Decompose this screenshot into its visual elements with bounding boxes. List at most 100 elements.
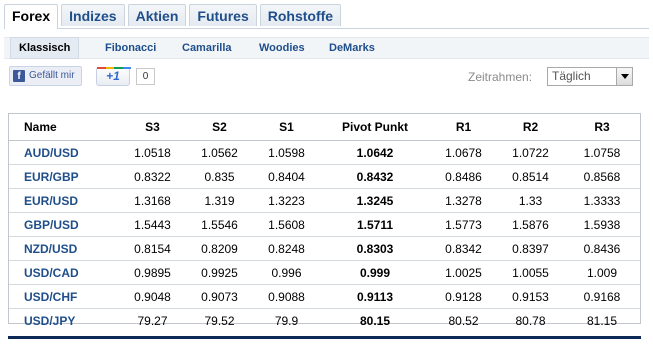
r3-value: 1.009 [564,260,640,285]
s3-value: 1.3168 [119,188,186,213]
pair-link[interactable]: USD/CHF [9,284,119,309]
s1-value: 1.5608 [253,212,320,237]
table-row: NZD/USD 0.8154 0.8209 0.8248 0.8303 0.8342 0.8… [9,236,640,261]
timeframe-selected-value: Täglich [552,69,591,83]
tab-forex[interactable]: Forex [4,4,59,29]
r3-value: 1.3333 [564,188,640,213]
market-tabs: Forex Indizes Aktien Futures Rohstoffe [4,4,344,29]
r3-value: 0.9168 [564,284,640,309]
r3-value: 1.5938 [564,212,640,237]
gplus-strip-green [114,67,123,69]
s3-value: 1.5443 [119,212,186,237]
pair-link[interactable]: AUD/USD [9,140,119,165]
s3-value: 79.27 [137,313,168,328]
r2-value: 1.0722 [497,140,564,165]
google-plus-color-strip [97,67,131,69]
r1-value: 0.8486 [430,164,497,189]
column-header-r2: R2 [497,114,564,141]
s1-value: 0.9088 [253,284,320,309]
s1-value: 1.0598 [253,140,320,165]
pivot-value: 1.5711 [320,212,430,237]
r3-value: 1.0758 [564,140,640,165]
pair-link[interactable]: GBP/USD [9,212,119,237]
subtab-camarilla[interactable]: Camarilla [182,38,232,58]
chevron-down-icon[interactable] [616,68,632,85]
r2-value: 1.33 [497,188,564,213]
tabs-divider [4,28,649,29]
timeframe-label: Zeitrahmen: [468,70,533,84]
column-header-s3: S3 [119,114,186,141]
s2-value: 0.9925 [186,260,253,285]
s1-value: 79.9 [274,313,299,328]
r1-value: 1.0025 [430,260,497,285]
pivot-method-tabs: Klassisch Fibonacci Camarilla Woodies De… [4,37,649,59]
r2-value: 1.0055 [497,260,564,285]
pivot-value: 0.999 [320,260,430,285]
tab-rohstoffe[interactable]: Rohstoffe [259,4,342,26]
tab-aktien[interactable]: Aktien [127,4,187,26]
r3-value: 81.15 [586,313,618,328]
r3-value: 0.8568 [564,164,640,189]
s3-value: 0.9895 [119,260,186,285]
table-row: EUR/GBP 0.8322 0.835 0.8404 0.8432 0.8486 0.85… [9,164,640,189]
table-row: USD/CAD 0.9895 0.9925 0.996 0.999 1.0025 1.005… [9,260,640,285]
s3-value: 0.8154 [119,236,186,261]
column-header-pivot: Pivot Punkt [320,114,430,141]
gplus-strip-red [97,67,106,69]
table-row: USD/JPY 79.27 79.52 79.9 80.15 80.52 80.78 81.1… [9,309,640,333]
timeframe-select[interactable]: Täglich [547,67,633,86]
google-plus-label: +1 [106,69,120,83]
r3-value: 0.8436 [564,236,640,261]
pair-link[interactable]: EUR/USD [9,188,119,213]
r2-value: 0.9153 [497,284,564,309]
column-header-s1: S1 [253,114,320,141]
pivot-value: 80.15 [359,313,391,328]
pair-link[interactable]: NZD/USD [9,236,119,261]
gplus-strip-yellow [105,67,114,69]
column-header-s2: S2 [186,114,253,141]
table-row: USD/CHF 0.9048 0.9073 0.9088 0.9113 0.9128 0.9… [9,284,640,309]
pivot-value: 0.8432 [320,164,430,189]
column-header-r3: R3 [564,114,640,141]
tab-futures[interactable]: Futures [189,4,257,26]
r1-value: 0.8342 [430,236,497,261]
s1-value: 0.8404 [253,164,320,189]
pair-link[interactable]: EUR/GBP [9,164,119,189]
r2-value: 0.8514 [497,164,564,189]
subtab-woodies[interactable]: Woodies [259,38,305,58]
s2-value: 1.319 [186,188,253,213]
s2-value: 79.52 [204,313,235,328]
tab-indizes[interactable]: Indizes [61,4,125,26]
facebook-like-label: Gefällt mir [29,70,75,81]
r1-value: 0.9128 [430,284,497,309]
r2-value: 0.8397 [497,236,564,261]
google-plus-one-button[interactable]: +1 [96,67,131,86]
gplus-strip-blue [122,67,131,69]
facebook-icon: f [13,70,25,82]
s2-value: 1.5546 [186,212,253,237]
s3-value: 0.8322 [119,164,186,189]
s1-value: 0.8248 [253,236,320,261]
pivot-value: 1.3245 [320,188,430,213]
column-header-r1: R1 [430,114,497,141]
s1-value: 1.3223 [253,188,320,213]
facebook-like-button[interactable]: f Gefällt mir [9,66,82,86]
subtab-demarks[interactable]: DeMarks [329,38,375,58]
pivot-value: 0.9113 [320,284,430,309]
s2-value: 0.8209 [186,236,253,261]
subtab-klassisch[interactable]: Klassisch [10,37,80,59]
r1-value: 1.0678 [430,140,497,165]
table-row: EUR/USD 1.3168 1.319 1.3223 1.3245 1.3278 1.33… [9,188,640,213]
r2-value: 80.78 [515,313,546,328]
table-header-row: Name S3 S2 S1 Pivot Punkt R1 R2 R3 [9,114,640,141]
table-row: AUD/USD 1.0518 1.0562 1.0598 1.0642 1.0678 1.0… [9,140,640,165]
subtab-fibonacci[interactable]: Fibonacci [105,38,156,58]
google-plus-count: 0 [136,68,155,85]
s2-value: 1.0562 [186,140,253,165]
table-row: GBP/USD 1.5443 1.5546 1.5608 1.5711 1.5773 1.5… [9,212,640,237]
r2-value: 1.5876 [497,212,564,237]
pair-link[interactable]: USD/JPY [9,309,119,333]
s2-value: 0.9073 [186,284,253,309]
pair-link[interactable]: USD/CAD [9,260,119,285]
s3-value: 1.0518 [119,140,186,165]
